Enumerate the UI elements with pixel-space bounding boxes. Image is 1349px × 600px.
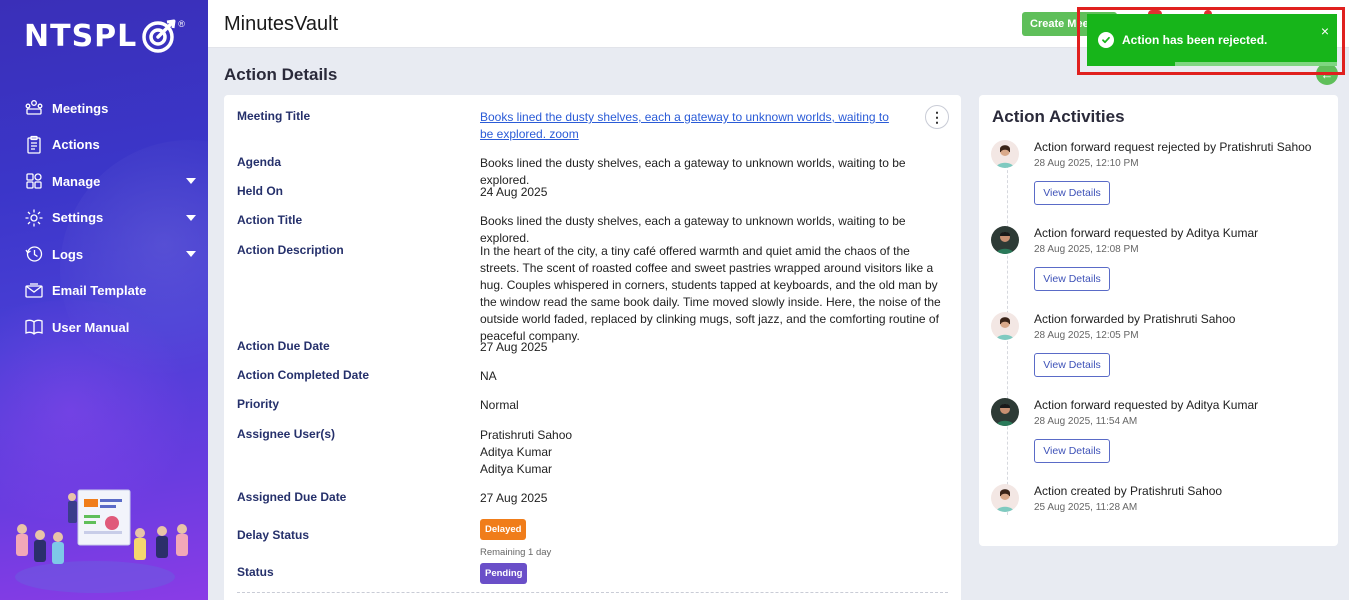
page-title: Action Details bbox=[224, 65, 338, 84]
registered-mark: ® bbox=[178, 19, 185, 29]
assignee-name: Aditya Kumar bbox=[480, 462, 553, 476]
meeting-illustration bbox=[15, 489, 188, 593]
sidebar-item-email-template[interactable]: Email Template bbox=[0, 273, 208, 310]
sidebar-item-label: Settings bbox=[52, 210, 104, 226]
sidebar-item-label: Meetings bbox=[52, 100, 109, 116]
avatar bbox=[991, 484, 1019, 512]
action-completed-date-label: Action Completed Date bbox=[237, 368, 370, 382]
assigned-due-date-label: Assigned Due Date bbox=[237, 490, 347, 504]
sidebar-item-label: Email Template bbox=[52, 283, 147, 299]
avatar bbox=[991, 226, 1019, 254]
meeting-title-label: Meeting Title bbox=[237, 109, 311, 123]
divider bbox=[237, 592, 948, 593]
sidebar-item-logs[interactable]: Logs bbox=[0, 236, 208, 273]
action-due-date-label: Action Due Date bbox=[237, 339, 330, 353]
logo[interactable]: NTSPL ® bbox=[24, 16, 185, 56]
delay-status-remaining: Remaining 1 day bbox=[480, 547, 552, 558]
status-label: Status bbox=[237, 565, 274, 579]
activity-time: 28 Aug 2025, 11:54 AM bbox=[1034, 416, 1138, 427]
priority-label: Priority bbox=[237, 397, 280, 411]
agenda-label: Agenda bbox=[237, 155, 282, 169]
envelope-icon bbox=[24, 281, 44, 301]
held-on-value: 24 Aug 2025 bbox=[480, 185, 548, 199]
grid-icon bbox=[24, 171, 44, 191]
sidebar-item-label: Actions bbox=[52, 137, 100, 153]
kebab-menu-icon: ⋮ bbox=[930, 108, 944, 125]
held-on-label: Held On bbox=[237, 184, 284, 198]
sidebar-item-label: Logs bbox=[52, 246, 84, 262]
status-badge: Pending bbox=[480, 563, 528, 584]
action-description-label: Action Description bbox=[237, 243, 344, 257]
activity-text: Action forward requested by Aditya Kumar bbox=[1034, 226, 1259, 240]
activity-text: Action created by Pratishruti Sahoo bbox=[1034, 484, 1223, 498]
view-details-button[interactable]: View Details bbox=[1034, 353, 1110, 377]
chevron-down-icon[interactable] bbox=[186, 214, 196, 221]
assignee-name: Aditya Kumar bbox=[480, 445, 553, 459]
action-due-date-value: 27 Aug 2025 bbox=[480, 340, 548, 354]
sidebar-item-meetings[interactable]: Meetings bbox=[0, 90, 208, 127]
check-circle-icon bbox=[1098, 32, 1114, 48]
activity-text: Action forward requested by Aditya Kumar bbox=[1034, 398, 1259, 412]
action-title-value: Books lined the dusty shelves, each a ga… bbox=[480, 214, 906, 245]
book-icon bbox=[24, 317, 44, 337]
priority-value: Normal bbox=[480, 398, 519, 412]
action-title-label: Action Title bbox=[237, 213, 303, 227]
sidebar: NTSPL ® Meetings Actions Manage Settings… bbox=[0, 0, 208, 600]
assignee-name: Pratishruti Sahoo bbox=[480, 428, 573, 442]
activity-time: 28 Aug 2025, 12:08 PM bbox=[1034, 244, 1139, 255]
activity-time: 28 Aug 2025, 12:10 PM bbox=[1034, 158, 1139, 169]
close-icon[interactable]: × bbox=[1321, 23, 1329, 39]
gear-icon bbox=[24, 208, 44, 228]
sidebar-nav: Meetings Actions Manage Settings Logs Em… bbox=[0, 90, 208, 346]
toast-progress-bar bbox=[1175, 62, 1337, 66]
activity-text: Action forwarded by Pratishruti Sahoo bbox=[1034, 312, 1236, 326]
activity-time: 28 Aug 2025, 12:05 PM bbox=[1034, 330, 1139, 341]
logo-text: NTSPL bbox=[24, 18, 138, 54]
action-details-card: ⋮ Meeting Title Books lined the dusty sh… bbox=[224, 95, 961, 600]
sidebar-item-label: Manage bbox=[52, 173, 101, 189]
assigned-due-date-value: 27 Aug 2025 bbox=[480, 491, 548, 505]
view-details-button[interactable]: View Details bbox=[1034, 267, 1110, 291]
delay-status-label: Delay Status bbox=[237, 528, 310, 542]
sidebar-item-settings[interactable]: Settings bbox=[0, 200, 208, 237]
meeting-title-link[interactable]: Books lined the dusty shelves, each a ga… bbox=[480, 110, 889, 141]
avatar bbox=[991, 140, 1019, 168]
meetings-icon bbox=[24, 98, 44, 118]
more-options-button[interactable]: ⋮ bbox=[925, 105, 949, 129]
action-completed-date-value: NA bbox=[480, 369, 497, 383]
avatar bbox=[991, 312, 1019, 340]
view-details-button[interactable]: View Details bbox=[1034, 181, 1110, 205]
chevron-down-icon[interactable] bbox=[186, 178, 196, 184]
action-description-value: In the heart of the city, a tiny café of… bbox=[480, 244, 941, 343]
chevron-down-icon[interactable] bbox=[186, 251, 196, 257]
action-activities-card: Action Activities Action forward request… bbox=[979, 95, 1338, 546]
toast-message: Action has been rejected. bbox=[1122, 33, 1268, 47]
sidebar-item-actions[interactable]: Actions bbox=[0, 127, 208, 164]
activity-time: 25 Aug 2025, 11:28 AM bbox=[1034, 502, 1138, 513]
activities-title: Action Activities bbox=[992, 107, 1125, 126]
sidebar-item-label: User Manual bbox=[52, 319, 130, 335]
avatar bbox=[991, 398, 1019, 426]
clipboard-icon bbox=[24, 135, 44, 155]
history-icon bbox=[24, 244, 44, 264]
activity-text: Action forward request rejected by Prati… bbox=[1034, 140, 1312, 154]
logo-target-icon bbox=[142, 19, 176, 53]
app-title: MinutesVault bbox=[224, 13, 339, 35]
delay-status-badge: Delayed bbox=[480, 519, 527, 540]
sidebar-item-user-manual[interactable]: User Manual bbox=[0, 309, 208, 346]
sidebar-item-manage[interactable]: Manage bbox=[0, 163, 208, 200]
toast-notification: Action has been rejected. × bbox=[1087, 14, 1337, 66]
assignee-label: Assignee User(s) bbox=[237, 427, 336, 441]
view-details-button[interactable]: View Details bbox=[1034, 439, 1110, 463]
